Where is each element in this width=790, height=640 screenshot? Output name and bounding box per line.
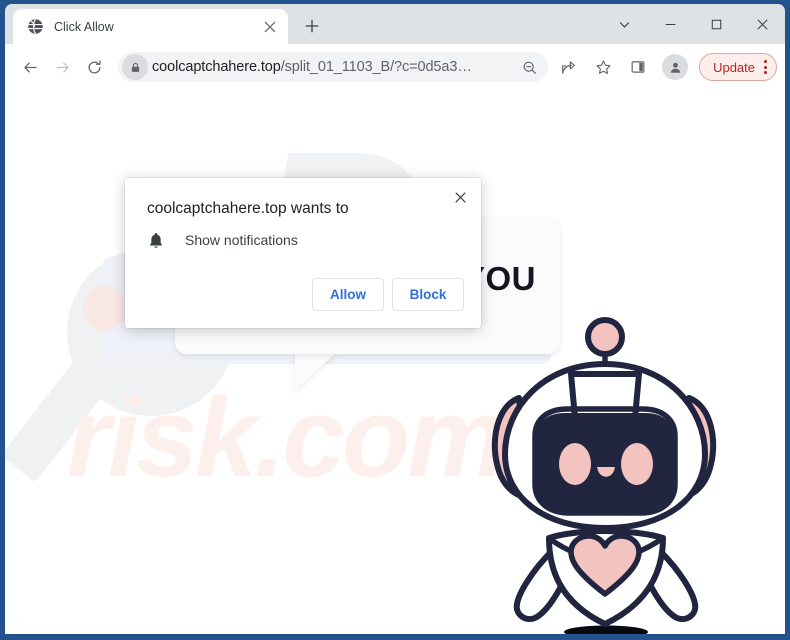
star-icon[interactable]: [588, 52, 618, 82]
site-info-button[interactable]: [118, 52, 152, 82]
notification-permission-dialog: coolcaptchahere.top wants to Show notifi…: [125, 178, 481, 328]
block-button[interactable]: Block: [392, 278, 464, 311]
url-domain: coolcaptchahere.top: [152, 59, 281, 75]
url-text: coolcaptchahere.top/split_01_1103_B/?c=0…: [152, 59, 514, 75]
kebab-menu-icon[interactable]: [764, 60, 767, 74]
browser-window: Click Allow coolcaptchahere.top/split_01…: [0, 0, 790, 640]
browser-tab[interactable]: Click Allow: [13, 9, 288, 44]
address-bar[interactable]: coolcaptchahere.top/split_01_1103_B/?c=0…: [118, 52, 549, 82]
speech-bubble-tail: [295, 352, 337, 390]
page-viewport: P risk.com YOU: [5, 90, 785, 634]
update-button-label: Update: [713, 59, 755, 75]
globe-icon: [27, 18, 44, 35]
dialog-title: coolcaptchahere.top wants to: [147, 200, 349, 217]
permission-row: Show notifications: [147, 230, 298, 250]
tab-title: Click Allow: [54, 19, 114, 34]
tab-close-icon[interactable]: [260, 17, 280, 37]
back-arrow-icon[interactable]: [15, 52, 45, 82]
zoom-out-icon[interactable]: [516, 54, 542, 80]
tab-search-chevron-icon[interactable]: [601, 4, 647, 44]
lock-icon: [122, 54, 148, 80]
browser-toolbar: coolcaptchahere.top/split_01_1103_B/?c=0…: [5, 44, 785, 90]
share-icon[interactable]: [553, 52, 583, 82]
close-window-button[interactable]: [739, 4, 785, 44]
tab-strip: Click Allow: [5, 4, 785, 44]
side-panel-icon[interactable]: [623, 52, 653, 82]
update-button[interactable]: Update: [699, 53, 777, 81]
url-path: /split_01_1103_B/?c=0d5a3…: [280, 59, 472, 75]
bell-icon: [147, 230, 165, 250]
permission-label: Show notifications: [185, 232, 298, 248]
new-tab-button[interactable]: [298, 12, 326, 40]
allow-button[interactable]: Allow: [312, 278, 384, 311]
dialog-actions: Allow Block: [312, 278, 464, 311]
window-controls: [601, 4, 785, 44]
profile-avatar-icon[interactable]: [662, 54, 689, 80]
decorative-blob: [83, 286, 127, 330]
watermark-risk-text: risk.com: [67, 375, 507, 500]
maximize-button[interactable]: [693, 4, 739, 44]
robot-mascot: [475, 312, 735, 634]
dialog-close-icon[interactable]: [447, 184, 473, 210]
forward-arrow-icon[interactable]: [47, 52, 77, 82]
minimize-button[interactable]: [647, 4, 693, 44]
reload-icon[interactable]: [79, 52, 109, 82]
